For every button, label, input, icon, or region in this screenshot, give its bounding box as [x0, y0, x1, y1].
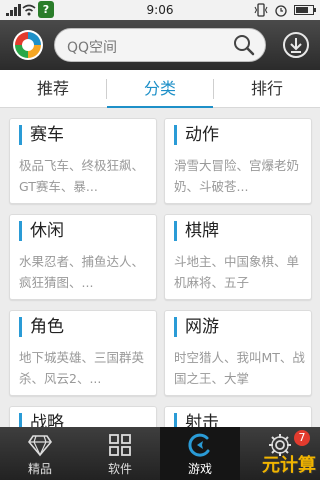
nav-label: 精品 — [27, 462, 52, 476]
tab-ranking[interactable]: 排行 — [214, 70, 320, 108]
category-card-board[interactable]: 棋牌 斗地主、中国象棋、单机麻将、五子 — [164, 214, 312, 300]
category-title: 动作 — [174, 125, 219, 145]
search-icon[interactable] — [233, 34, 255, 56]
category-desc: 滑雪大冒险、宫爆老奶奶、斗破苍... — [174, 158, 300, 194]
alarm-icon — [275, 5, 287, 17]
category-desc: 斗地主、中国象棋、单机麻将、五子 — [174, 254, 300, 290]
nav-games[interactable]: 游戏 — [160, 427, 240, 480]
vibrate-icon — [254, 3, 268, 17]
category-title: 角色 — [19, 317, 64, 337]
search-input[interactable]: QQ空间 — [67, 37, 117, 57]
category-grid: 赛车 极品飞车、终极狂飙、GT赛车、暴... 动作 滑雪大冒险、宫爆老奶奶、斗破… — [0, 109, 320, 427]
category-card-online[interactable]: 网游 时空猎人、我叫MT、战国之王、大掌 — [164, 310, 312, 396]
watermark-logo: 元计算 — [262, 455, 316, 476]
category-title: 棋牌 — [174, 221, 219, 241]
app-logo-icon[interactable] — [12, 29, 44, 61]
category-card-casual[interactable]: 休闲 水果忍者、捕鱼达人、疯狂猜图、... — [9, 214, 157, 300]
bottom-nav: 精品 软件 游戏 7 元计算 — [0, 427, 320, 480]
category-desc: 地下城英雄、三国群英杀、风云2、... — [19, 350, 145, 386]
nav-label: 软件 — [107, 462, 132, 476]
category-desc: 极品飞车、终极狂飙、GT赛车、暴... — [19, 158, 145, 194]
category-desc: 水果忍者、捕鱼达人、疯狂猜图、... — [19, 254, 145, 290]
category-card-racing[interactable]: 赛车 极品飞车、终极狂飙、GT赛车、暴... — [9, 118, 157, 204]
category-tabs: 推荐 分类 排行 — [0, 70, 320, 108]
diamond-icon — [28, 435, 52, 457]
tab-recommend[interactable]: 推荐 — [0, 70, 106, 108]
category-card-shooter[interactable]: 射击 — [164, 406, 312, 427]
category-title: 射击 — [174, 413, 219, 427]
notification-badge: 7 — [294, 430, 310, 446]
battery-icon — [294, 5, 316, 15]
nav-label: 游戏 — [187, 462, 212, 476]
nav-software[interactable]: 软件 — [80, 427, 160, 480]
category-title: 战略 — [19, 413, 64, 427]
grid-icon — [109, 434, 131, 456]
app-header: QQ空间 — [0, 20, 320, 70]
status-bar: ? 9:06 — [0, 0, 320, 20]
category-desc: 时空猎人、我叫MT、战国之王、大掌 — [174, 350, 305, 386]
category-card-strategy[interactable]: 战略 — [9, 406, 157, 427]
game-icon — [188, 433, 210, 457]
nav-featured[interactable]: 精品 — [0, 427, 80, 480]
search-box[interactable]: QQ空间 — [54, 28, 266, 62]
nav-settings[interactable]: 7 元计算 — [240, 427, 320, 480]
tab-category[interactable]: 分类 — [107, 70, 213, 108]
category-title: 休闲 — [19, 221, 64, 241]
category-card-rpg[interactable]: 角色 地下城英雄、三国群英杀、风云2、... — [9, 310, 157, 396]
category-title: 网游 — [174, 317, 219, 337]
category-card-action[interactable]: 动作 滑雪大冒险、宫爆老奶奶、斗破苍... — [164, 118, 312, 204]
download-icon[interactable] — [282, 31, 310, 59]
category-title: 赛车 — [19, 125, 64, 145]
